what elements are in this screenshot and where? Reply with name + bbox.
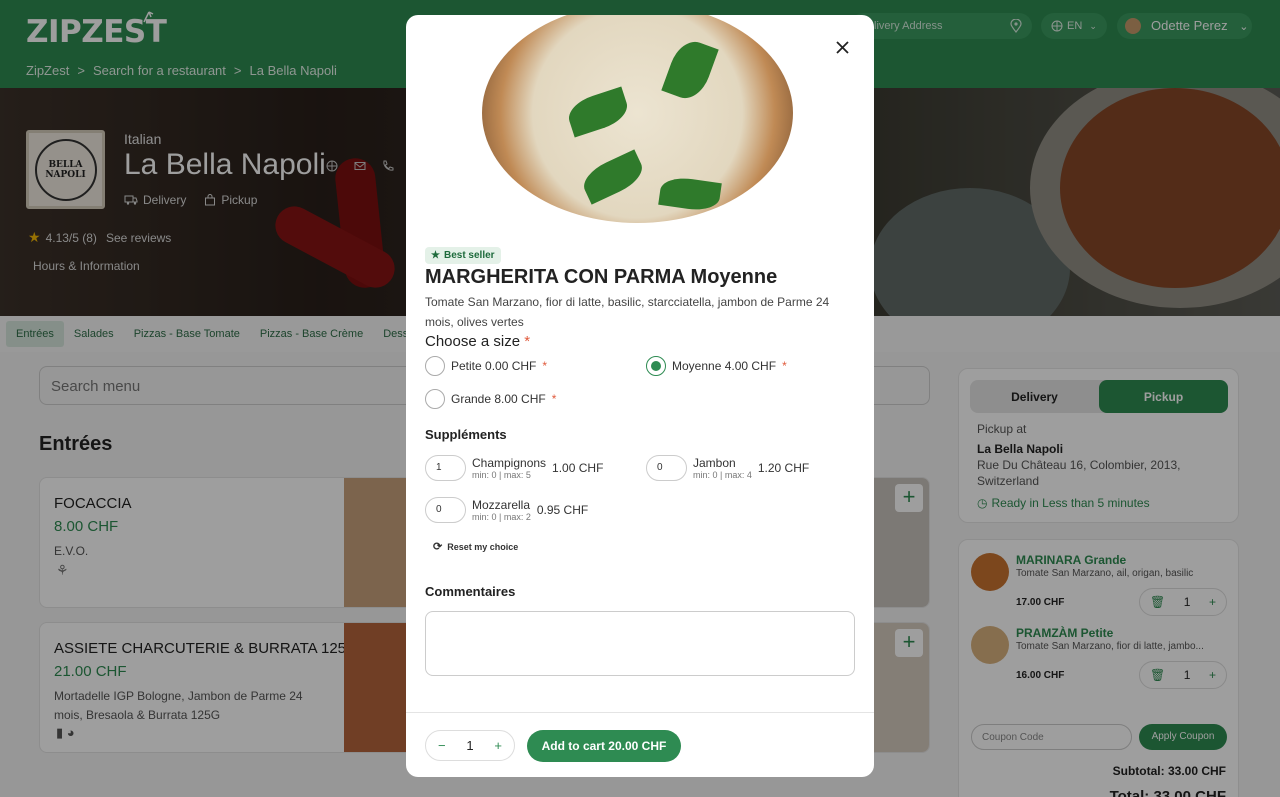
modal-footer: − 1 + Add to cart 20.00 CHF	[406, 712, 874, 777]
supplements-heading: Suppléments	[425, 427, 507, 442]
basil-decor	[564, 86, 632, 138]
radio-button[interactable]	[425, 356, 445, 376]
supplement-qty-input[interactable]: 0	[646, 455, 687, 481]
radio-button[interactable]	[646, 356, 666, 376]
radio-button[interactable]	[425, 389, 445, 409]
reset-choice-button[interactable]: ⟳ Reset my choice	[433, 540, 518, 553]
required-marker: *	[524, 333, 531, 350]
size-label: Grande 8.00 CHF	[451, 392, 546, 406]
comments-textarea[interactable]	[425, 611, 855, 676]
product-modal: ★ Best seller MARGHERITA CON PARMA Moyen…	[406, 15, 874, 777]
quantity-stepper: − 1 +	[425, 730, 515, 761]
product-title: MARGHERITA CON PARMA Moyenne	[425, 266, 778, 288]
basil-decor	[578, 149, 648, 205]
required-marker: *	[542, 359, 548, 373]
supplement-row: 0 Mozzarella min: 0 | max: 2 0.95 CHF	[425, 497, 588, 523]
basil-decor	[658, 174, 722, 214]
supplement-row: 1 Champignons min: 0 | max: 5 1.00 CHF	[425, 455, 603, 481]
comments-heading: Commentaires	[425, 584, 516, 599]
supplement-name: Champignons	[472, 456, 547, 470]
close-icon[interactable]	[835, 40, 850, 55]
star-icon: ★	[431, 250, 440, 261]
add-to-cart-button[interactable]: Add to cart 20.00 CHF	[527, 730, 681, 762]
supplement-name: Jambon	[693, 456, 736, 470]
size-option-petite[interactable]: Petite 0.00 CHF *	[425, 356, 547, 376]
quantity-value: 1	[466, 738, 474, 753]
size-option-grande[interactable]: Grande 8.00 CHF *	[425, 389, 556, 409]
supplement-limits: min: 0 | max: 5	[472, 470, 531, 480]
best-seller-badge: ★ Best seller	[425, 247, 501, 264]
badge-label: Best seller	[443, 250, 495, 261]
size-option-moyenne[interactable]: Moyenne 4.00 CHF *	[646, 356, 787, 376]
size-heading-label: Choose a size	[425, 333, 521, 350]
supplement-price: 1.20 CHF	[757, 461, 810, 475]
refresh-icon: ⟳	[433, 541, 443, 553]
supplement-name: Mozzarella	[472, 498, 531, 512]
supplement-limits: min: 0 | max: 4	[693, 470, 752, 480]
basil-decor	[661, 35, 719, 105]
supplement-info: Mozzarella min: 0 | max: 2	[472, 498, 531, 522]
decrement-button[interactable]: −	[438, 738, 446, 753]
product-image	[482, 15, 793, 223]
size-heading: Choose a size *	[425, 333, 530, 350]
required-marker: *	[551, 392, 557, 406]
supplement-qty-input[interactable]: 1	[425, 455, 466, 481]
size-label: Moyenne 4.00 CHF	[672, 359, 777, 373]
supplement-limits: min: 0 | max: 2	[472, 512, 531, 522]
supplement-row: 0 Jambon min: 0 | max: 4 1.20 CHF	[646, 455, 809, 481]
reset-label: Reset my choice	[447, 541, 519, 552]
supplement-info: Jambon min: 0 | max: 4	[693, 456, 752, 480]
supplement-qty-input[interactable]: 0	[425, 497, 466, 523]
supplement-price: 0.95 CHF	[536, 503, 589, 517]
size-label: Petite 0.00 CHF	[451, 359, 537, 373]
increment-button[interactable]: +	[494, 738, 502, 753]
supplement-info: Champignons min: 0 | max: 5	[472, 456, 546, 480]
product-description: Tomate San Marzano, fior di latte, basil…	[425, 295, 830, 329]
required-marker: *	[782, 359, 787, 373]
supplement-price: 1.00 CHF	[552, 461, 604, 475]
